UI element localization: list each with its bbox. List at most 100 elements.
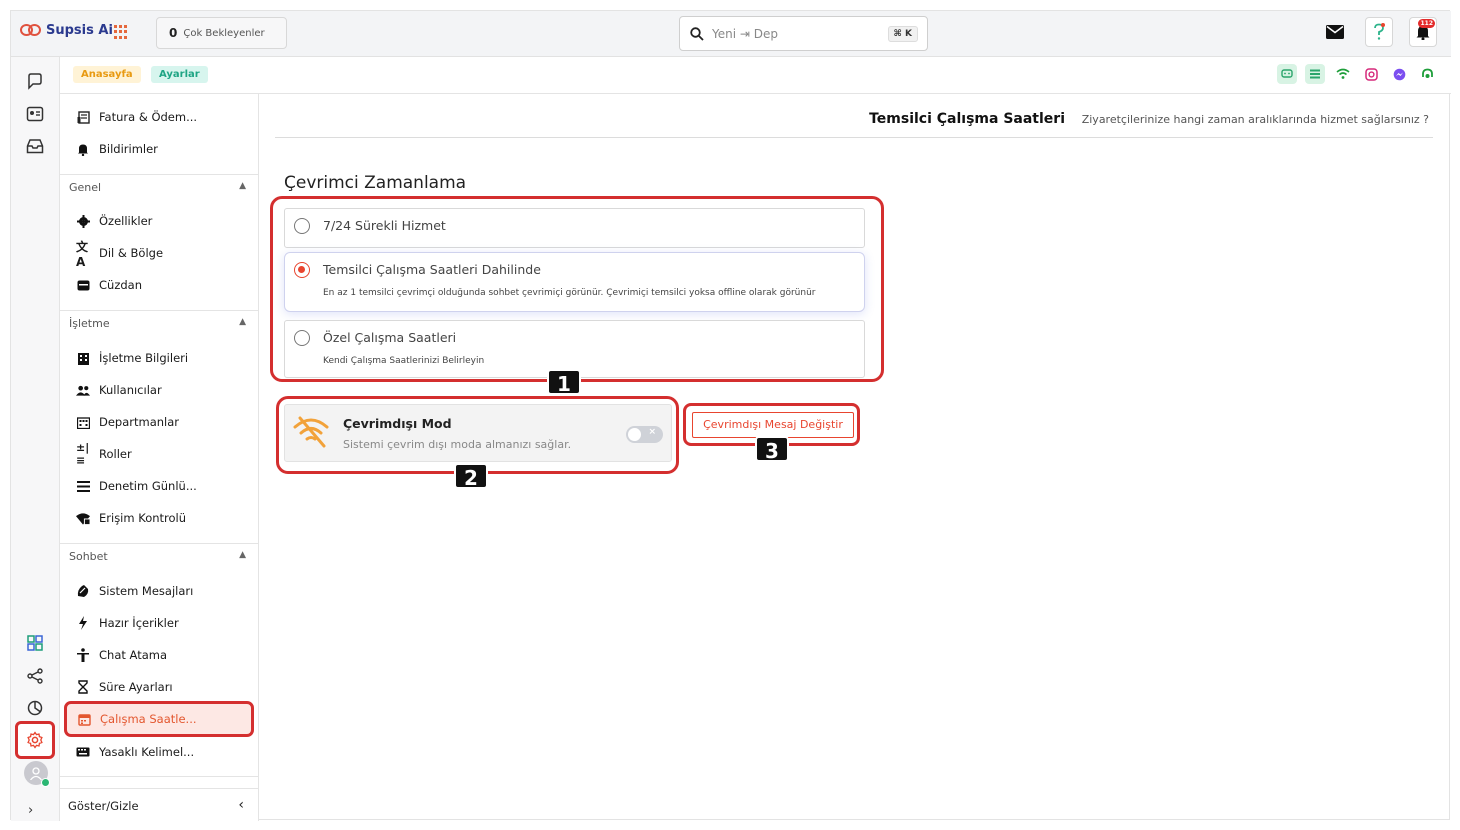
help-icon	[1374, 23, 1385, 40]
rail-chat-button[interactable]	[23, 69, 47, 93]
section-title: Sohbet	[69, 550, 108, 563]
sidebar-item-label: Roller	[99, 447, 132, 461]
option-description: Kendi Çalışma Saatlerinizi Belirleyin	[323, 356, 485, 366]
section-sohbet[interactable]: Sohbet ▲	[60, 543, 258, 567]
sidebar-item-roles[interactable]: ±|≡ Roller	[60, 440, 258, 468]
option-24-7[interactable]: 7/24 Sürekli Hizmet	[284, 208, 865, 248]
department-icon	[76, 415, 90, 429]
instagram-icon[interactable]	[1361, 64, 1381, 84]
apps-grid-icon[interactable]	[114, 25, 128, 39]
sidebar-item-notifications[interactable]: Bildirimler	[60, 135, 258, 163]
pending-label: Çok Bekleyenler	[183, 27, 265, 39]
sidebar-item-billing[interactable]: Fatura & Ödem...	[60, 103, 258, 131]
system-message-icon	[76, 584, 90, 598]
sidebar-item-label: Sistem Mesajları	[99, 584, 194, 598]
share-nodes-icon	[27, 668, 43, 684]
sidebar-item-label: Denetim Günlü...	[99, 479, 197, 493]
logo-icon	[20, 23, 42, 38]
user-icon	[29, 767, 43, 780]
wifi-channel-icon[interactable]	[1333, 64, 1353, 84]
list-channel-icon[interactable]	[1305, 64, 1325, 84]
sidebar-item-users[interactable]: Kullanıcılar	[60, 376, 258, 404]
search-input[interactable]: Yeni ⇥ Dep ⌘ K	[679, 16, 928, 51]
offline-mode-card: Çevrimdışı Mod Sistemi çevrim dışı moda …	[284, 404, 672, 462]
rail-dashboard-button[interactable]	[23, 631, 47, 655]
sidebar-item-departments[interactable]: Departmanlar	[60, 408, 258, 436]
calendar-icon	[77, 712, 91, 726]
list-icon	[76, 479, 90, 493]
page-title: Temsilci Çalışma Saatleri	[869, 111, 1065, 127]
sidebar-item-label: Erişim Kontrolü	[99, 511, 187, 525]
rail-settings-button[interactable]	[15, 721, 55, 759]
mail-icon	[1326, 25, 1344, 39]
section-isletme[interactable]: İşletme ▲	[60, 310, 258, 334]
sidebar-item-label: Fatura & Ödem...	[99, 110, 198, 124]
app-window: Supsis Ai 0 Çok Bekleyenler Yeni ⇥ Dep ⌘…	[10, 10, 1451, 821]
help-button[interactable]	[1365, 17, 1393, 47]
sidebar-item-audit-log[interactable]: Denetim Günlü...	[60, 472, 258, 500]
section-title: Çevrimci Zamanlama	[284, 173, 467, 193]
chevron-up-icon: ▲	[239, 550, 246, 560]
notifications-button[interactable]: 112	[1409, 17, 1437, 47]
sidebar-item-wallet[interactable]: Cüzdan	[60, 271, 258, 299]
section-genel[interactable]: Genel ▲	[60, 174, 258, 198]
radio-button[interactable]	[294, 218, 310, 234]
support-channel-icon[interactable]	[1417, 64, 1437, 84]
gear-icon	[27, 731, 43, 749]
mail-button[interactable]	[1321, 17, 1349, 47]
sidebar-item-label: Özellikler	[99, 214, 153, 228]
search-icon	[690, 26, 704, 41]
sidebar-item-business-info[interactable]: İşletme Bilgileri	[60, 344, 258, 372]
sidebar-item-banned-words[interactable]: Yasaklı Kelimel...	[60, 738, 258, 766]
callout-badge-3: 3	[755, 436, 789, 463]
sidebar-item-chat-assignment[interactable]: Chat Atama	[60, 641, 258, 669]
show-hide-label: Göster/Gizle	[68, 799, 139, 813]
offline-message-button[interactable]: Çevrimdışı Mesaj Değiştir	[692, 412, 854, 438]
sidebar-item-access-control[interactable]: Erişim Kontrolü	[60, 504, 258, 532]
option-agent-hours[interactable]: Temsilci Çalışma Saatleri Dahilinde En a…	[284, 252, 865, 312]
breadcrumb-home[interactable]: Anasayfa	[73, 66, 141, 83]
sidebar-item-time-settings[interactable]: Süre Ayarları	[60, 673, 258, 701]
sidebar-item-label: Bildirimler	[99, 142, 158, 156]
rail-contacts-button[interactable]	[23, 102, 47, 126]
avatar[interactable]	[24, 761, 50, 787]
sidebar-item-system-messages[interactable]: Sistem Mesajları	[60, 577, 258, 605]
sidebar-item-label: Yasaklı Kelimel...	[99, 745, 195, 759]
sidebar-item-label: Cüzdan	[99, 278, 142, 292]
breadcrumb: Anasayfa Ayarlar	[60, 57, 1451, 94]
section-title: Genel	[69, 181, 102, 194]
option-label: Özel Çalışma Saatleri	[323, 330, 457, 345]
rail-integrations-button[interactable]	[23, 664, 47, 688]
sidebar-item-language[interactable]: 文A Dil & Bölge	[60, 239, 258, 269]
sidebar-item-working-hours[interactable]: Çalışma Saatle...	[64, 701, 254, 737]
chat-bubble-icon	[28, 73, 42, 90]
invoice-icon	[76, 110, 90, 124]
pending-counter[interactable]: 0 Çok Bekleyenler	[156, 17, 287, 49]
rail-expand-icon[interactable]: ›	[28, 803, 33, 818]
callout-badge-1: 1	[547, 369, 581, 396]
settings-sidebar: Fatura & Ödem... Bildirimler Genel ▲ Öze…	[60, 94, 259, 821]
toggle-knob	[628, 428, 641, 441]
sidebar-item-label: Dil & Bölge	[99, 246, 164, 260]
option-label: 7/24 Sürekli Hizmet	[323, 218, 446, 233]
messenger-icon[interactable]	[1389, 64, 1409, 84]
chevron-up-icon: ▲	[239, 181, 246, 191]
sidebar-item-canned-responses[interactable]: Hazır İçerikler	[60, 609, 258, 637]
breadcrumb-settings[interactable]: Ayarlar	[151, 66, 208, 83]
radio-button[interactable]	[294, 330, 310, 346]
wifi-off-icon	[293, 416, 329, 448]
logo[interactable]: Supsis Ai	[20, 23, 113, 38]
rail-inbox-button[interactable]	[23, 134, 47, 158]
rail-reports-button[interactable]	[23, 696, 47, 720]
main-content: Temsilci Çalışma Saatleri Ziyaretçilerin…	[259, 94, 1451, 821]
radio-button-selected[interactable]	[294, 262, 310, 278]
sidebar-item-features[interactable]: Özellikler	[60, 207, 258, 235]
livechat-channel-icon[interactable]	[1277, 64, 1297, 84]
show-hide-toggle[interactable]: Göster/Gizle ‹	[60, 788, 258, 821]
online-status-dot	[41, 778, 50, 787]
contact-card-icon	[26, 106, 44, 122]
search-shortcut: ⌘ K	[887, 26, 918, 42]
close-icon: ×	[648, 427, 656, 437]
offline-mode-toggle[interactable]: ×	[626, 426, 663, 443]
callout-badge-2: 2	[454, 463, 488, 490]
